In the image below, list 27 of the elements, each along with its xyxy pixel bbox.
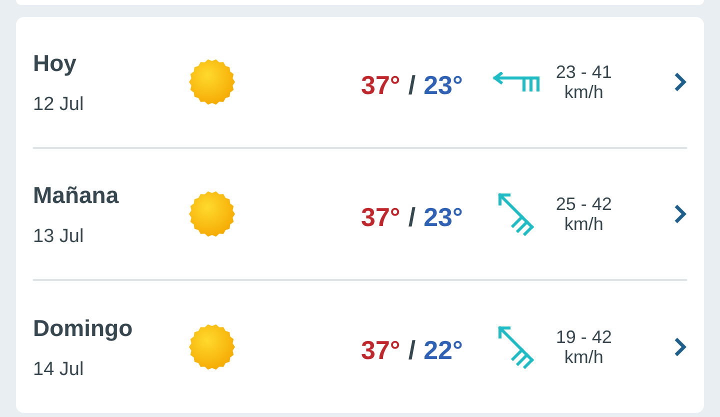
date-label: 13 Jul	[33, 227, 85, 246]
wind-speed: 23 - 41	[556, 62, 612, 82]
chevron-right-icon[interactable]	[673, 71, 687, 93]
wind-unit: km/h	[564, 214, 604, 234]
temperature-separator: /	[408, 72, 416, 98]
max-temperature: 37°	[361, 337, 400, 363]
chevron-right-icon[interactable]	[673, 336, 687, 358]
min-temperature: 23°	[424, 72, 463, 98]
wind-unit: km/h	[564, 347, 604, 367]
date-label: 14 Jul	[33, 360, 85, 379]
max-temperature: 37°	[361, 204, 400, 230]
temperature-separator: /	[408, 204, 416, 230]
sun-icon	[187, 57, 237, 107]
sun-icon	[187, 322, 237, 372]
wind-unit: km/h	[564, 82, 604, 102]
temperature-separator: /	[408, 337, 416, 363]
day-label: Mañana	[33, 184, 120, 207]
chevron-right-icon[interactable]	[673, 203, 687, 225]
sun-icon	[187, 189, 237, 239]
wind-speed: 25 - 42	[556, 194, 612, 214]
min-temperature: 23°	[424, 204, 463, 230]
min-temperature: 22°	[424, 337, 463, 363]
day-label: Hoy	[33, 52, 78, 75]
max-temperature: 37°	[361, 72, 400, 98]
day-label: Domingo	[33, 317, 134, 340]
wind-speed: 19 - 42	[556, 327, 612, 347]
date-label: 12 Jul	[33, 95, 85, 114]
